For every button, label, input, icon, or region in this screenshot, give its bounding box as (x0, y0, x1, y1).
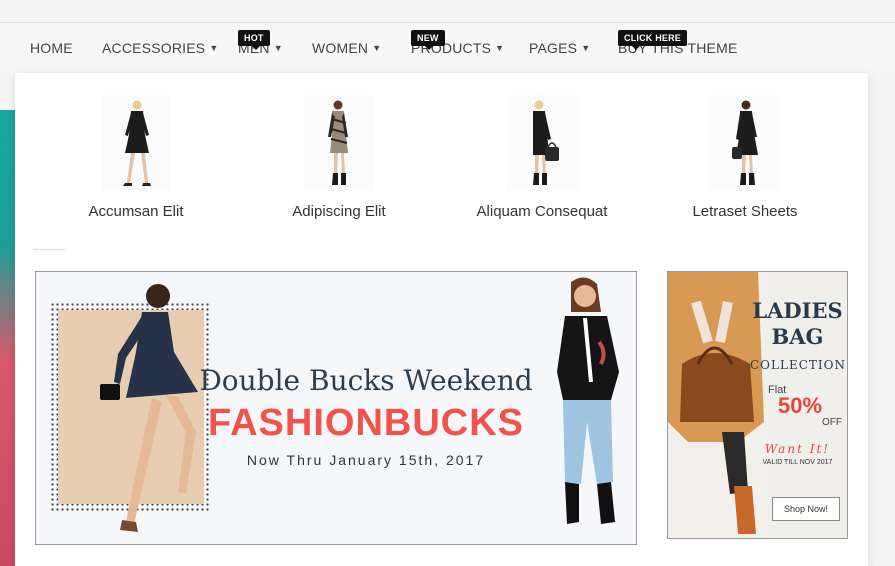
nav-women[interactable]: WOMEN ▼ (312, 40, 381, 56)
model-image-right (557, 277, 619, 524)
chevron-down-icon: ▼ (495, 43, 505, 53)
product-name: Accumsan Elit (88, 203, 184, 220)
chevron-down-icon: ▼ (273, 43, 283, 53)
nav-men[interactable]: HOT MEN▼ (238, 30, 283, 56)
chevron-down-icon: ▼ (372, 43, 382, 53)
chevron-down-icon: ▼ (209, 43, 219, 53)
chevron-down-icon: ▼ (581, 43, 591, 53)
nav-pages-label: PAGES (529, 40, 578, 56)
nav-home[interactable]: HOME (30, 40, 73, 56)
new-badge: NEW (411, 30, 445, 50)
nav-pages[interactable]: PAGES ▼ (529, 40, 590, 56)
nav-accessories-label: ACCESSORIES (102, 40, 206, 56)
product-image (304, 95, 374, 191)
side-promo-title-2: BAG (771, 324, 824, 349)
nav-women-label: WOMEN (312, 40, 369, 56)
hot-badge: HOT (238, 30, 270, 50)
product-image (710, 95, 780, 191)
promo-title: Double Bucks Weekend (199, 364, 533, 397)
side-promo-want: Want It! (764, 442, 831, 456)
product-name: Letraset Sheets (692, 203, 798, 220)
nav-accessories[interactable]: ACCESSORIES ▼ (102, 40, 218, 56)
promo-headline: FASHIONBUCKS (207, 402, 525, 444)
side-promo-banner[interactable]: LADIES BAG COLLECTION Flat 50% OFF Want … (667, 271, 848, 539)
mega-product-item[interactable]: Accumsan Elit (36, 95, 236, 220)
nav-products[interactable]: NEW PRODUCTS ▼ (411, 30, 505, 56)
products-mega-menu: Accumsan Elit Adipiscing Elit Aliquam Co… (15, 73, 868, 566)
promo-subtitle: Now Thru January 15th, 2017 (246, 452, 486, 468)
click-here-badge: CLICK HERE (618, 30, 688, 50)
nav-buy-theme[interactable]: CLICK HERE BUY THIS THEME (618, 30, 738, 56)
mega-product-item[interactable]: Aliquam Consequat (442, 95, 642, 220)
side-promo-off: OFF (822, 417, 842, 428)
side-promo-valid: VALID TILL NOV 2017 (762, 459, 833, 466)
shop-now-button[interactable]: Shop Now! (772, 497, 840, 521)
main-nav: HOME ACCESSORIES▼ HOT MEN▼ WOMEN▼ NEW PR… (0, 23, 895, 73)
product-name: Adipiscing Elit (292, 203, 386, 220)
promo-banner[interactable]: Double Bucks Weekend FASHIONBUCKS Now Th… (35, 271, 637, 545)
background-page-edge (0, 110, 16, 566)
product-image (101, 95, 171, 191)
side-promo-collection: COLLECTION (750, 358, 846, 372)
side-promo-title-1: LADIES (752, 298, 843, 323)
top-strip (0, 0, 895, 23)
product-image (507, 95, 577, 191)
product-name: Aliquam Consequat (476, 203, 608, 220)
mega-product-item[interactable]: Letraset Sheets (645, 95, 845, 220)
divider (33, 249, 65, 250)
mega-product-item[interactable]: Adipiscing Elit (239, 95, 439, 220)
nav-home-label: HOME (30, 40, 73, 56)
side-promo-percent: 50% (778, 393, 823, 418)
